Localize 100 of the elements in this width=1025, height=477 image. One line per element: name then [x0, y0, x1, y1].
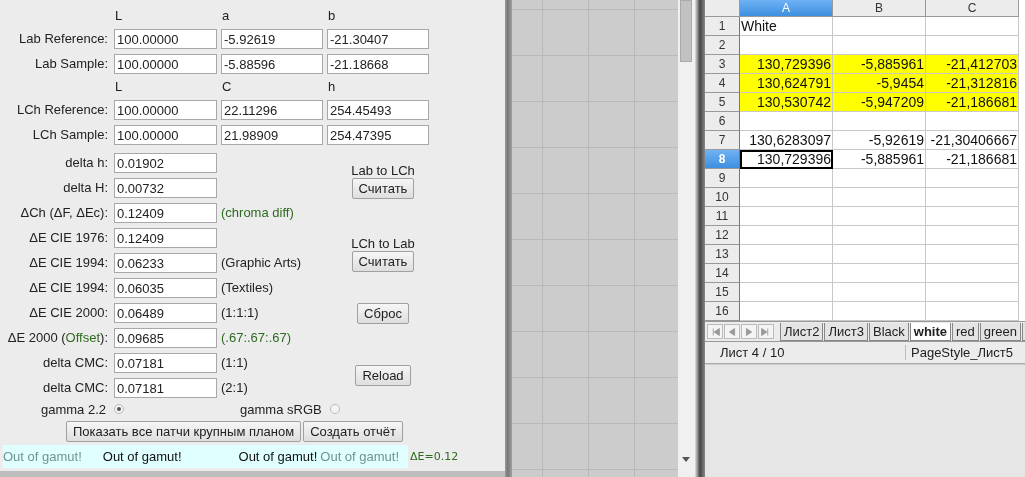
row-header[interactable]: 2: [705, 36, 740, 55]
sheet-tab[interactable]: green: [979, 323, 1022, 341]
row-header[interactable]: 7: [705, 131, 740, 150]
empty-cell[interactable]: [926, 245, 1019, 264]
empty-cell[interactable]: [833, 207, 926, 226]
table-cell[interactable]: 130,729396: [740, 150, 833, 169]
table-cell[interactable]: 130,530742: [740, 93, 833, 112]
row-header[interactable]: 4: [705, 74, 740, 93]
input-field[interactable]: 100.00000: [114, 54, 217, 74]
row-header[interactable]: 3: [705, 55, 740, 74]
input-field[interactable]: 100.00000: [114, 100, 217, 120]
action-button[interactable]: Reload: [355, 365, 411, 386]
row-header[interactable]: 6: [705, 112, 740, 131]
row-header[interactable]: 12: [705, 226, 740, 245]
scroll-down-icon[interactable]: [682, 457, 690, 462]
table-cell[interactable]: -21,186681: [926, 93, 1019, 112]
table-cell[interactable]: -21,412703: [926, 55, 1019, 74]
table-cell[interactable]: 130,6283097: [740, 131, 833, 150]
row-header[interactable]: 15: [705, 283, 740, 302]
input-field[interactable]: 0.12409: [114, 228, 217, 248]
input-field[interactable]: 0.07181: [114, 353, 217, 373]
table-cell[interactable]: -5,9454: [833, 74, 926, 93]
empty-cell[interactable]: [833, 169, 926, 188]
empty-cell[interactable]: [833, 226, 926, 245]
input-field[interactable]: -5.92619: [221, 29, 323, 49]
empty-cell[interactable]: [833, 112, 926, 131]
input-field[interactable]: 254.47395: [327, 125, 429, 145]
empty-cell[interactable]: [926, 112, 1019, 131]
empty-cell[interactable]: [926, 169, 1019, 188]
row-header[interactable]: 10: [705, 188, 740, 207]
sheet-nav-button[interactable]: [707, 324, 723, 339]
input-field[interactable]: 100.00000: [114, 125, 217, 145]
row-header[interactable]: 11: [705, 207, 740, 226]
row-header[interactable]: 16: [705, 302, 740, 321]
row-header[interactable]: 14: [705, 264, 740, 283]
action-button[interactable]: Сброс: [357, 302, 409, 324]
sheet-tab[interactable]: Лист2: [780, 323, 824, 341]
table-cell[interactable]: White: [740, 17, 833, 36]
input-field[interactable]: -21.18668: [327, 54, 429, 74]
sheet-tab[interactable]: Лист3: [824, 323, 868, 341]
table-cell[interactable]: -21,30406667: [926, 131, 1019, 150]
row-header[interactable]: 5: [705, 93, 740, 112]
sheet-nav-button[interactable]: [741, 324, 757, 339]
table-cell[interactable]: 130,729396: [740, 55, 833, 74]
input-field[interactable]: 0.09685: [114, 328, 217, 348]
table-cell[interactable]: -21,186681: [926, 150, 1019, 169]
input-field[interactable]: 254.45493: [327, 100, 429, 120]
table-cell[interactable]: -5,947209: [833, 93, 926, 112]
table-cell[interactable]: 130,624791: [740, 74, 833, 93]
empty-cell[interactable]: [926, 188, 1019, 207]
sheet-tab[interactable]: red: [952, 323, 979, 341]
empty-cell[interactable]: [833, 264, 926, 283]
empty-cell[interactable]: [833, 17, 926, 36]
input-field[interactable]: -5.88596: [221, 54, 323, 74]
action-button[interactable]: Считать: [351, 177, 415, 199]
empty-cell[interactable]: [833, 283, 926, 302]
input-field[interactable]: 21.98909: [221, 125, 323, 145]
empty-cell[interactable]: [926, 17, 1019, 36]
row-header[interactable]: 1: [705, 17, 740, 36]
input-field[interactable]: 100.00000: [114, 29, 217, 49]
table-cell[interactable]: -21,312816: [926, 74, 1019, 93]
action-button[interactable]: Считать: [351, 250, 415, 272]
sheet-tab[interactable]: Black: [868, 323, 909, 341]
corner-cell[interactable]: [705, 0, 740, 17]
input-field[interactable]: 0.06035: [114, 278, 217, 298]
table-cell[interactable]: -5,885961: [833, 55, 926, 74]
column-header[interactable]: C: [926, 0, 1019, 17]
input-field[interactable]: 0.12409: [114, 203, 217, 223]
empty-cell[interactable]: [926, 283, 1019, 302]
table-cell[interactable]: -5,92619: [833, 131, 926, 150]
empty-cell[interactable]: [926, 226, 1019, 245]
column-header[interactable]: B: [833, 0, 926, 17]
radio-button[interactable]: [114, 404, 125, 414]
empty-cell[interactable]: [833, 245, 926, 264]
sheet-nav-button[interactable]: [724, 324, 740, 339]
row-header[interactable]: 9: [705, 169, 740, 188]
input-field[interactable]: 0.00732: [114, 178, 217, 198]
radio-button[interactable]: [329, 404, 340, 414]
sheet-nav-button[interactable]: [758, 324, 774, 339]
action-button[interactable]: Показать все патчи крупным планом: [66, 421, 302, 442]
table-cell[interactable]: -5,885961: [833, 150, 926, 169]
empty-cell[interactable]: [833, 188, 926, 207]
input-field[interactable]: 0.07181: [114, 378, 217, 398]
empty-cell[interactable]: [926, 207, 1019, 226]
splitter[interactable]: [505, 0, 512, 477]
sheet-tab[interactable]: white: [909, 323, 951, 341]
input-field[interactable]: 0.06489: [114, 303, 217, 323]
field-label: delta h:: [64, 154, 109, 172]
scrollbar-thumb[interactable]: [680, 0, 692, 62]
vertical-scrollbar[interactable]: [678, 0, 695, 477]
input-field[interactable]: 22.11296: [221, 100, 323, 120]
empty-cell[interactable]: [926, 264, 1019, 283]
row-header[interactable]: 13: [705, 245, 740, 264]
input-field[interactable]: 0.01902: [114, 153, 217, 173]
input-field[interactable]: -21.30407: [327, 29, 429, 49]
input-field[interactable]: 0.06233: [114, 253, 217, 273]
horizontal-scrollbar[interactable]: [0, 471, 505, 477]
field-label: ΔE CIE 1976:: [28, 229, 109, 247]
column-heading: L: [114, 79, 124, 95]
action-button[interactable]: Создать отчёт: [303, 421, 404, 442]
